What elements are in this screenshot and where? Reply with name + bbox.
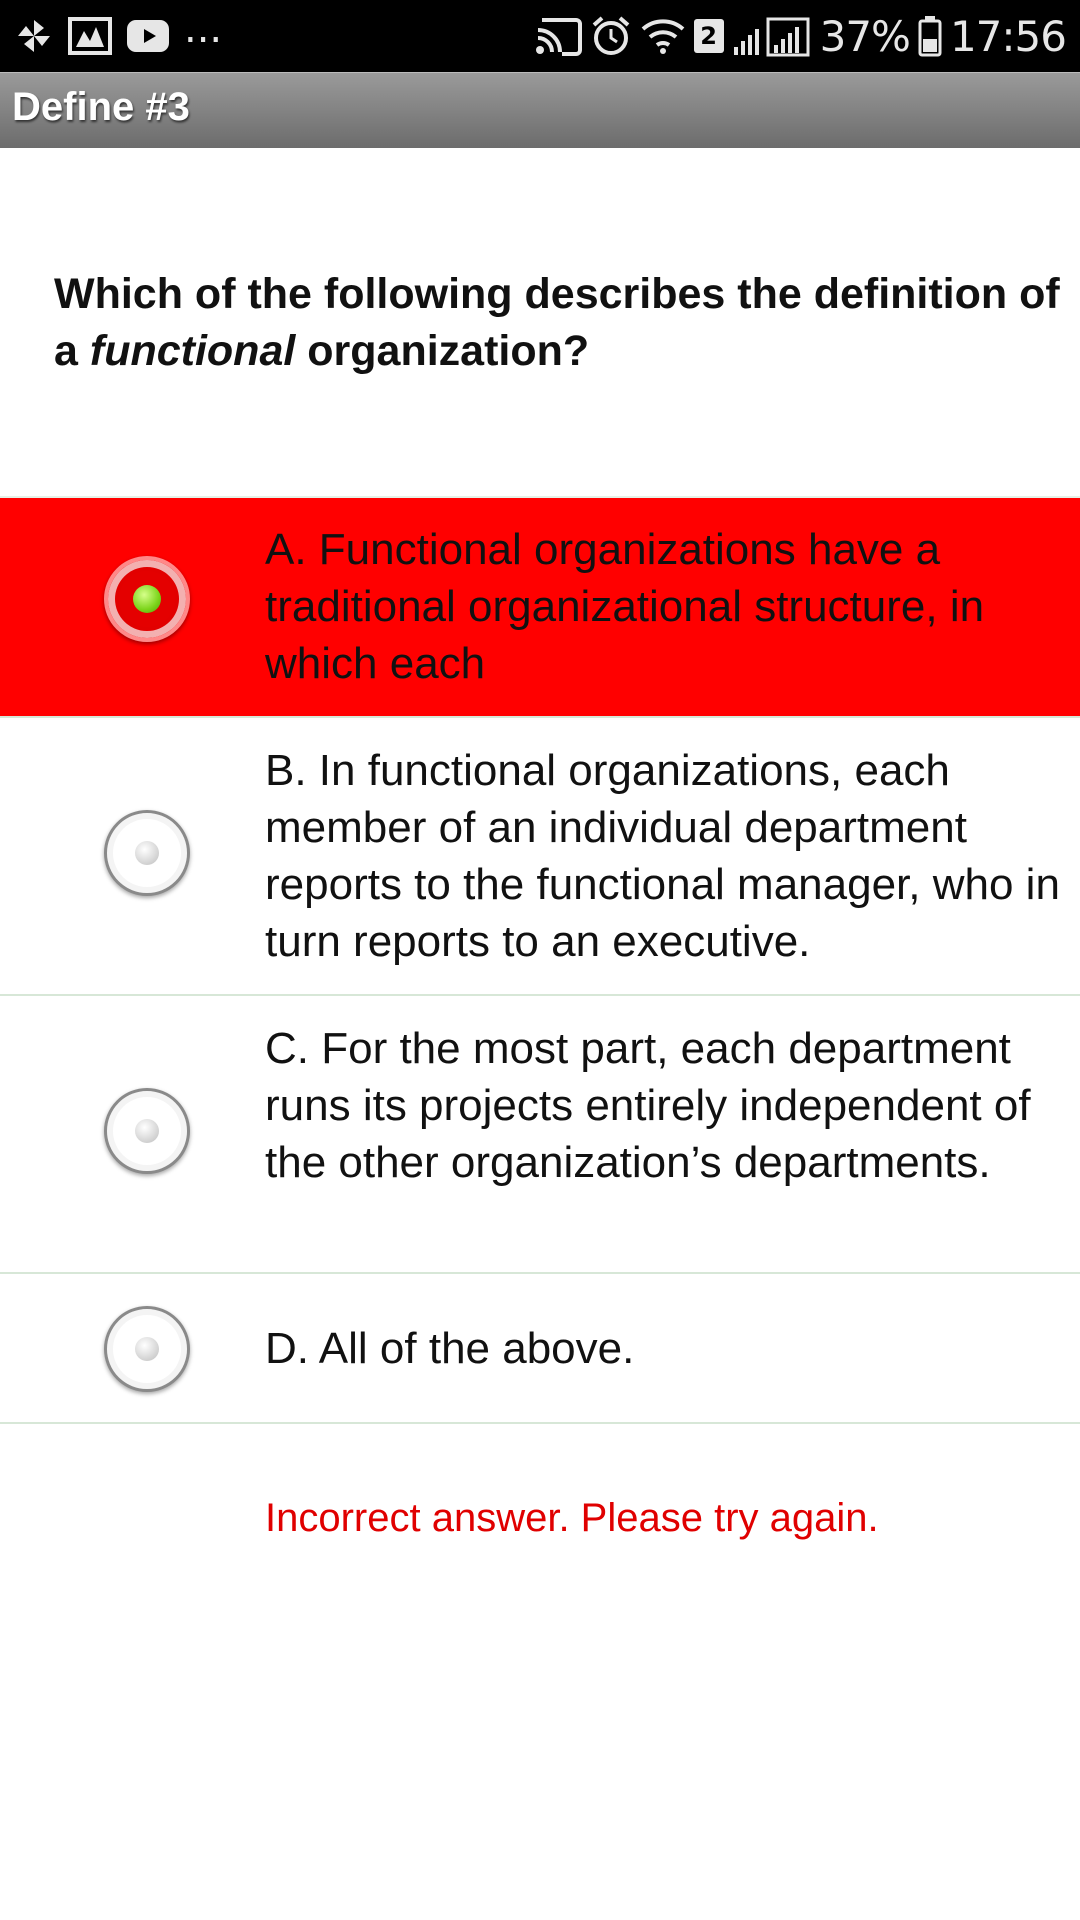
status-bar-right: 2 37% 17:56	[534, 0, 1067, 72]
option-d[interactable]: D. All of the above.	[0, 1272, 1080, 1424]
app-header: Define #3	[0, 72, 1080, 148]
youtube-icon	[126, 19, 170, 53]
gallery-icon	[68, 17, 112, 55]
option-c[interactable]: C. For the most part, each department ru…	[0, 994, 1080, 1272]
radio-button-d[interactable]	[104, 1306, 190, 1392]
cast-icon	[534, 16, 582, 56]
option-b-label: B. In functional organizations, each mem…	[265, 746, 1060, 966]
sim-badge: 2	[693, 19, 724, 53]
pinwheel-icon	[14, 16, 54, 56]
radio-button-a[interactable]	[104, 556, 190, 642]
question-text: Which of the following describes the def…	[54, 266, 1064, 380]
answer-options: A. Functional organizations have a tradi…	[0, 496, 1080, 1424]
clock: 17:56	[949, 11, 1067, 61]
radio-dot-icon	[135, 1119, 159, 1143]
option-a[interactable]: A. Functional organizations have a tradi…	[0, 496, 1080, 716]
option-c-label: C. For the most part, each department ru…	[265, 1024, 1031, 1187]
status-bar-left: ...	[14, 0, 222, 72]
feedback-message: Incorrect answer. Please try again.	[265, 1496, 879, 1540]
signal-icon	[732, 15, 812, 57]
option-b[interactable]: B. In functional organizations, each mem…	[0, 716, 1080, 994]
radio-button-c[interactable]	[104, 1088, 190, 1174]
battery-percent: 37%	[819, 11, 911, 61]
radio-dot-icon	[135, 841, 159, 865]
radio-dot-icon	[133, 585, 161, 613]
battery-icon	[918, 15, 942, 57]
more-notifications: ...	[184, 6, 223, 52]
alarm-icon	[590, 15, 632, 57]
question-suffix: organization?	[295, 327, 590, 375]
page-title: Define #3	[12, 85, 190, 129]
radio-button-b[interactable]	[104, 810, 190, 896]
radio-dot-icon	[135, 1337, 159, 1361]
wifi-icon	[640, 17, 686, 55]
status-bar: ... 2 37% 17:56	[0, 0, 1080, 72]
question-emphasis: functional	[89, 327, 296, 375]
option-d-label: D. All of the above.	[265, 1324, 635, 1373]
option-a-label: A. Functional organizations have a tradi…	[265, 525, 985, 688]
